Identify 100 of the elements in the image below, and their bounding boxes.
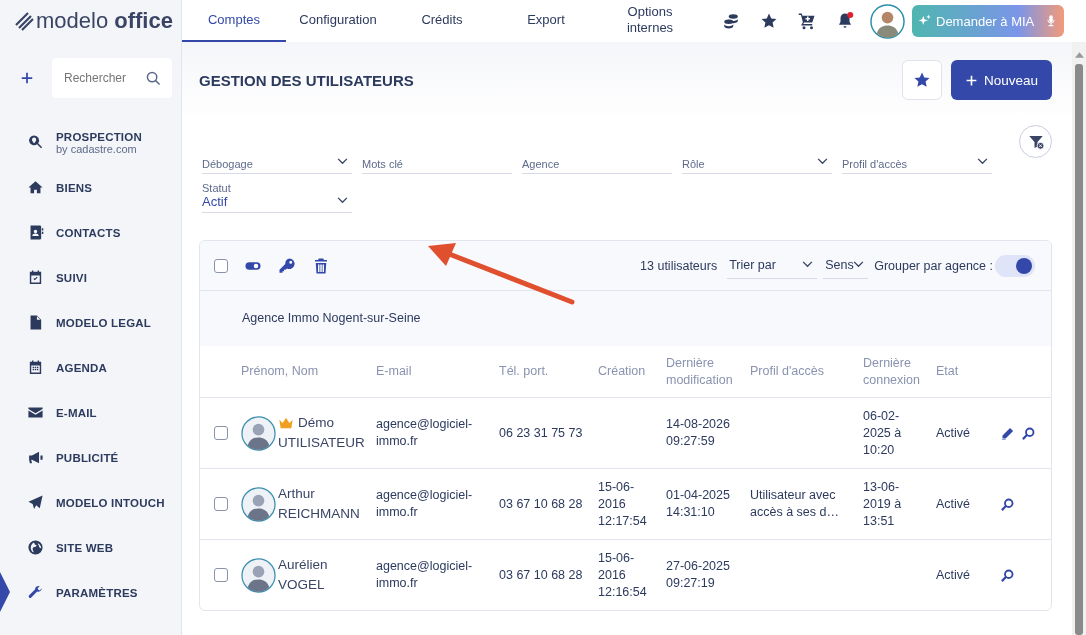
table-cell: 06-02-2025 à 10:20: [863, 408, 902, 457]
star-icon[interactable]: [760, 12, 778, 30]
home-icon: [27, 179, 44, 196]
filter-field[interactable]: Rôle: [682, 150, 832, 174]
paper-plane-icon: [27, 494, 44, 511]
chevron-down-icon: [817, 158, 828, 165]
sidebar-item[interactable]: BIENS: [0, 165, 181, 210]
table-cell: Utilisateur avec accès à ses d…: [750, 488, 839, 519]
selection-marker: [0, 572, 10, 612]
sidebar-item[interactable]: PARAMÈTRES: [0, 570, 181, 615]
page-title: GESTION DES UTILISATEURS: [199, 71, 415, 89]
chevron-down-icon: [337, 158, 348, 165]
wrench-icon: [27, 584, 44, 601]
column-header: Etat: [936, 363, 960, 380]
avatar: [241, 486, 276, 522]
coins-icon[interactable]: [722, 12, 740, 30]
table-cell-text: Activé: [936, 566, 972, 584]
group-heading: Agence Immo Nogent-sur-Seine: [200, 291, 1051, 346]
chevron-down-icon: [802, 261, 814, 268]
group-label: Grouper par agence :: [874, 258, 993, 273]
column-header: Profil d'accès: [750, 363, 825, 380]
sidebar-item[interactable]: PROSPECTION by cadastre.com: [0, 120, 181, 165]
column-header: Création: [598, 363, 647, 380]
nav-tab[interactable]: Export: [494, 0, 598, 42]
table-cell: 27-06-2025 09:27:19: [666, 559, 730, 590]
filter-field[interactable]: Agence: [522, 150, 672, 174]
search-field[interactable]: Rechercher: [52, 58, 172, 98]
nav-tab[interactable]: Options internes: [598, 0, 702, 42]
chevron-down-icon: [853, 261, 865, 268]
filter-field[interactable]: Mots clé: [362, 150, 512, 174]
column-header: Dernière modification: [666, 354, 734, 389]
first-name: Aurélien: [278, 556, 328, 574]
first-name: Arthur: [278, 485, 315, 503]
table-cell: 14-08-2026 09:27:59: [666, 417, 730, 448]
table-cell-text: 03 67 10 68 28: [499, 566, 584, 584]
column-header: E-mail: [376, 363, 413, 380]
table-cell-text: Activé: [936, 424, 972, 442]
sidebar-item[interactable]: PUBLICITÉ: [0, 435, 181, 480]
table-cell: 01-04-2025 14:31:10: [666, 488, 730, 519]
table-cell-text: agence@logiciel-immo.fr: [376, 416, 474, 450]
filter-field[interactable]: Débogage: [202, 150, 352, 174]
avatar: [241, 557, 276, 593]
filter-field[interactable]: Profil d'accès: [842, 150, 992, 174]
column-header: Prénom, Nom: [241, 363, 320, 380]
plus-icon: [964, 73, 978, 87]
table-cell: 15-06-2016 12:16:54: [598, 550, 647, 599]
table-cell-text: Activé: [936, 495, 972, 513]
avatar: [241, 415, 276, 451]
table-cell: 15-06-2016 12:17:54: [598, 479, 647, 528]
cart-icon[interactable]: [798, 12, 816, 30]
sidebar-item[interactable]: MODELO LEGAL: [0, 300, 181, 345]
table-cell-text: agence@logiciel-immo.fr: [376, 558, 474, 592]
row-checkbox[interactable]: [214, 426, 228, 440]
search-icon[interactable]: [1000, 496, 1015, 512]
search-icon[interactable]: [1021, 425, 1036, 441]
first-name: Démo: [298, 414, 334, 432]
favorite-button[interactable]: [901, 60, 942, 100]
filter-field[interactable]: Statut Actif: [202, 179, 352, 213]
new-button[interactable]: Nouveau: [950, 60, 1052, 100]
map-search-icon: [27, 134, 44, 151]
last-name: VOGEL: [278, 576, 326, 594]
calendar-check-icon: [27, 269, 44, 286]
clear-filter-button[interactable]: [1019, 125, 1052, 158]
table-cell-text: 06 23 31 75 73: [499, 424, 584, 442]
star-icon: [912, 71, 931, 89]
table-cell-text: 03 67 10 68 28: [499, 495, 584, 513]
search-icon[interactable]: [1000, 567, 1015, 583]
search-icon[interactable]: [146, 70, 161, 86]
megaphone-icon: [27, 449, 44, 466]
search-input[interactable]: Rechercher: [62, 70, 146, 86]
bell-icon[interactable]: [836, 12, 854, 30]
sidebar-item[interactable]: CONTACTS: [0, 210, 181, 255]
table-cell: 13-06-2019 à 13:51: [863, 479, 902, 528]
direction-select[interactable]: Sens: [823, 257, 869, 273]
edit-icon[interactable]: [1000, 425, 1015, 441]
sidebar-item[interactable]: AGENDA: [0, 345, 181, 390]
logo: modelo office: [14, 8, 173, 34]
key-icon[interactable]: [278, 256, 296, 275]
chevron-down-icon: [977, 158, 988, 165]
add-icon[interactable]: [20, 71, 34, 85]
sidebar-item[interactable]: SITE WEB: [0, 525, 181, 570]
last-name: REICHMANN: [278, 505, 360, 523]
select-all-checkbox[interactable]: [214, 258, 228, 273]
sidebar-item[interactable]: SUIVI: [0, 255, 181, 300]
globe-icon: [27, 539, 44, 556]
last-name: UTILISATEUR: [278, 434, 365, 452]
sort-select[interactable]: Trier par: [727, 257, 818, 273]
row-checkbox[interactable]: [214, 568, 228, 582]
sidebar-item[interactable]: MODELO INTOUCH: [0, 480, 181, 525]
column-header: Dernière connexion: [863, 354, 921, 389]
user-avatar[interactable]: [870, 3, 905, 39]
scrollbar-thumb[interactable]: [1075, 64, 1083, 635]
group-switch[interactable]: [995, 254, 1035, 277]
calendar-icon: [27, 359, 44, 376]
trash-icon[interactable]: [312, 256, 330, 275]
table-cell-text: agence@logiciel-immo.fr: [376, 487, 474, 521]
nav-tab[interactable]: Configuration: [286, 0, 390, 42]
sidebar-item[interactable]: E-MAIL: [0, 390, 181, 435]
row-checkbox[interactable]: [214, 497, 228, 511]
nav-tab[interactable]: Crédits: [390, 0, 494, 42]
